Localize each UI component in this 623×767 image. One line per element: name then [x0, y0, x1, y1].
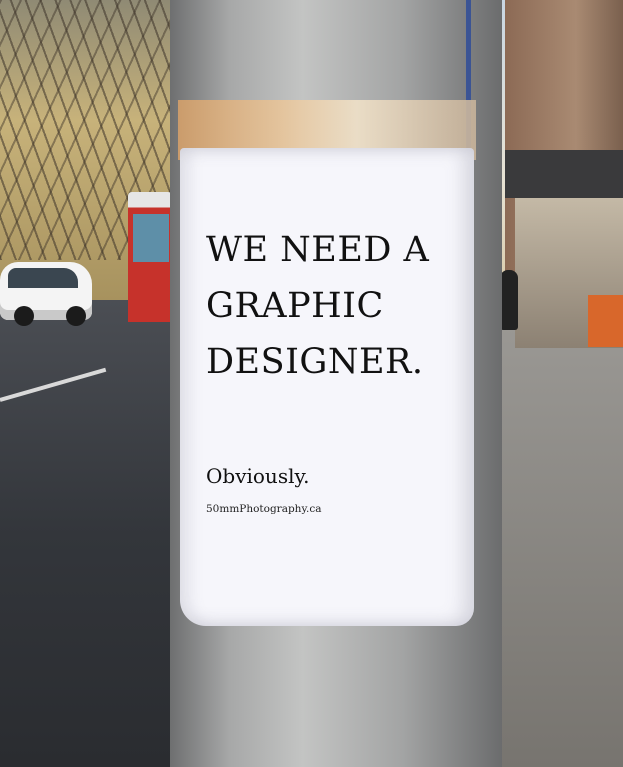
- poster-credit: 50mmPhotography.ca: [206, 503, 322, 515]
- streetcar-window: [133, 214, 169, 262]
- car-wheel: [14, 306, 34, 326]
- headline-line-3: DESIGNER.: [206, 342, 424, 382]
- orange-sign: [588, 295, 623, 347]
- road: [0, 300, 175, 767]
- awning: [505, 150, 623, 198]
- headline-line-1: WE NEED A: [206, 230, 430, 270]
- poster-headline: WE NEED A GRAPHIC DESIGNER.: [206, 222, 456, 390]
- car-window: [8, 268, 78, 288]
- headline-line-2: GRAPHIC: [206, 286, 384, 326]
- poster-tagline: Obviously.: [206, 464, 310, 488]
- street-photo: WE NEED A GRAPHIC DESIGNER. Obviously. 5…: [0, 0, 623, 767]
- pedestrian: [500, 270, 518, 330]
- car-wheel: [66, 306, 86, 326]
